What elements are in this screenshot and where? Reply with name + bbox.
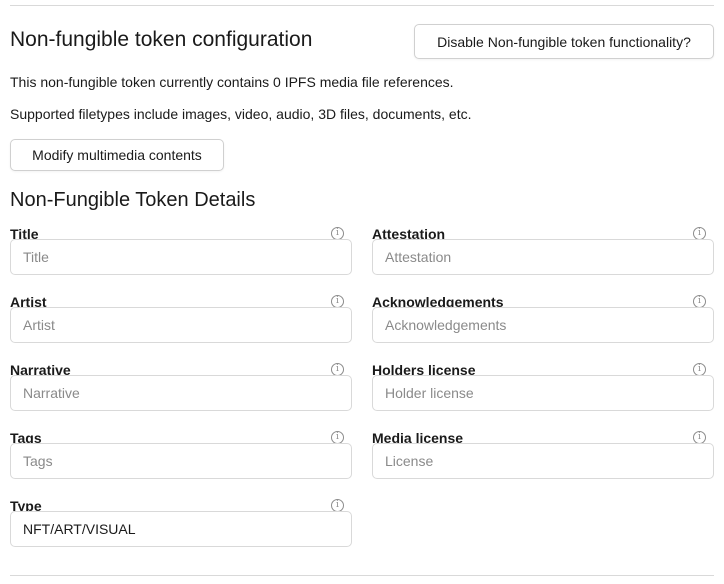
- narrative-input[interactable]: [10, 375, 352, 411]
- modify-multimedia-button[interactable]: Modify multimedia contents: [10, 139, 224, 171]
- top-divider: [10, 5, 714, 6]
- ipfs-count-text: This non-fungible token currently contai…: [10, 74, 454, 90]
- type-input[interactable]: [10, 511, 352, 547]
- tags-input[interactable]: [10, 443, 352, 479]
- title-input[interactable]: [10, 239, 352, 275]
- acknowledgements-input[interactable]: [372, 307, 714, 343]
- media-license-input[interactable]: [372, 443, 714, 479]
- disable-nft-button[interactable]: Disable Non-fungible token functionality…: [414, 24, 714, 59]
- bottom-divider: [10, 575, 714, 576]
- holders-license-input[interactable]: [372, 375, 714, 411]
- config-title: Non-fungible token configuration: [10, 28, 313, 51]
- attestation-input[interactable]: [372, 239, 714, 275]
- details-title: Non-Fungible Token Details: [10, 189, 256, 211]
- artist-input[interactable]: [10, 307, 352, 343]
- filetypes-text: Supported filetypes include images, vide…: [10, 106, 472, 122]
